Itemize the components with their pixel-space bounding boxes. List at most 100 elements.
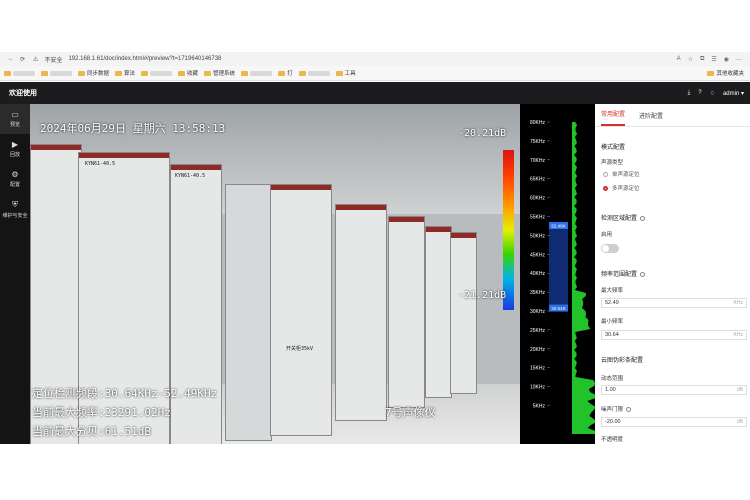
bookmark-item[interactable] [4,70,35,76]
frequency-spectrum: 80KHz 75KHz 70KHz 65KHz 60KHz 55KHz 50KHz 45KHz… [520,104,595,444]
spectrum-tick-label: 45KHz [530,252,546,258]
mode-section-title: 模式配置 [601,145,626,151]
switchgear-cabinet [225,184,272,441]
app-title: 欢迎使用 [9,90,37,97]
detection-band[interactable] [549,225,568,309]
band-marker-label: 30.64K [551,306,565,311]
bookmark-item[interactable] [141,70,173,76]
download-icon[interactable]: ⤓ [688,90,691,97]
switchgear-cabinet [425,226,452,398]
maintenance-icon: ⛨ [12,199,18,209]
spectrum-tick-label: 20KHz [530,347,546,353]
bookmark-item[interactable]: 同步数据 [78,69,109,77]
bookmark-item[interactable] [241,70,273,76]
back-icon[interactable]: ← [8,56,14,63]
favorite-star-icon[interactable]: ☆ [688,56,693,63]
notification-icon[interactable]: ♢ [710,90,715,97]
max-level-overlay: 当前最大分贝:61.51dB [32,425,151,438]
freq-section-title: 频率范围配置 [601,269,646,278]
radio-dot [603,171,608,177]
dynamic-range-input[interactable]: 1.00 dB [601,385,747,395]
cabinet-label: 开关柜35kV [286,346,314,352]
max-freq-overlay: 当前最大频率:23291.02Hz [32,406,171,419]
spectrum-tick-label: 5KHz [533,404,546,410]
cabinet-label: KYN61-40.5 [175,173,206,179]
max-freq-input[interactable]: 52.49 KHz [601,298,747,308]
spectrum-tick-label: 80KHz [530,120,546,126]
switchgear-cabinet [388,216,425,408]
spectrum-tick-label: 65KHz [530,177,546,183]
security-label: 不安全 [44,57,63,64]
video-preview[interactable]: KYN61-40.5 KYN61-40.5 开关柜35kV 2024年06月29… [30,104,520,444]
folder-icon [4,70,11,76]
spectrum-tick-label: 15KHz [530,366,546,372]
enable-toggle[interactable] [601,244,619,253]
folder-icon [278,70,286,76]
bookmark-item[interactable]: 管理系统 [204,69,235,77]
sidebar-item-maintenance[interactable]: ⛨ 维护与安全 [0,194,30,224]
spectrum-tick-label: 40KHz [530,271,546,277]
panel-tabs: 常用配置 进阶配置 [595,104,750,127]
spectrum-tick-label: 50KHz [530,233,546,239]
user-menu[interactable]: admin ▾ [723,90,744,97]
max-freq-label: 最大频率 [601,288,624,294]
collections-icon[interactable]: ☰ [711,56,716,63]
cabinet-label: KYN61-40.5 [85,161,116,167]
source-type-label: 声源类型 [601,160,624,166]
sidebar: ▭ 预览 ▶ 回放 ⚙ 配置 ⛨ 维护与安全 [0,104,30,444]
profile-icon[interactable]: ◉ [724,56,729,63]
db-top-overlay: -20.21dB [458,128,507,139]
folder-icon [178,70,186,76]
bookmark-item[interactable]: 工具 [335,69,356,77]
noise-threshold-input[interactable]: -20.00 dB [601,417,747,427]
url-text[interactable]: 192.168.1.61/doc/index.html#/preview?t=1… [68,56,221,62]
switchgear-cabinet [450,232,477,394]
bookmark-item[interactable]: 算法 [115,69,135,77]
pseudo-color-bar [503,150,514,310]
refresh-icon[interactable]: ⟳ [20,56,25,63]
info-icon[interactable] [640,271,646,277]
sidebar-item-config[interactable]: ⚙ 配置 [0,164,30,194]
folder-icon [707,70,715,76]
sidebar-item-preview[interactable]: ▭ 预览 [0,104,30,134]
folder-icon [78,70,85,76]
spectrum-svg: 80KHz 75KHz 70KHz 65KHz 60KHz 55KHz 50KHz 45KHz… [530,120,595,434]
monitor-icon: ▭ [11,110,19,119]
bookmark-other[interactable]: 其他收藏夹 [707,69,744,77]
info-icon[interactable] [626,407,632,413]
cloud-section-title: 云图伪彩条配置 [601,358,644,364]
info-icon[interactable] [640,215,646,221]
spectrum-trace [572,122,595,434]
spectrum-tick-label: 25KHz [530,328,546,334]
bookmark-item[interactable]: 收藏 [178,69,198,77]
spectrum-tick-label: 10KHz [530,385,546,391]
bookmark-item[interactable]: 打 [278,69,293,77]
tab-common-config[interactable]: 常用配置 [601,109,626,126]
read-aloud-icon[interactable]: A [677,56,681,63]
more-icon[interactable]: … [736,56,742,63]
spectrum-tick-label: 60KHz [530,196,546,202]
tab-advanced-config[interactable]: 进阶配置 [639,111,663,126]
address-bar[interactable]: ⚠ 不安全 192.168.1.61/doc/index.html#/previ… [33,55,221,64]
settings-panel: 常用配置 进阶配置 模式配置 声源类型 单声源定位 多声源定位 检测区域配置 启… [595,104,750,444]
sidebar-item-playback[interactable]: ▶ 回放 [0,134,30,164]
radio-single-source[interactable]: 单声源定位 [603,170,640,178]
db-bottom-overlay: -21.21dB [458,290,507,301]
min-freq-input[interactable]: 30.64 KHz [601,330,747,340]
radio-multi-source[interactable]: 多声源定位 [603,184,640,192]
noise-threshold-label: 噪声门限 [601,405,632,413]
spectrum-tick-label: 75KHz [530,139,546,145]
band-overlay: 定位检测频段:30.64KHz-52.49KHz [32,387,218,400]
dynamic-range-label: 动态范围 [601,376,624,382]
bookmark-item[interactable] [298,70,330,76]
browser-toolbar: ← ⟳ ⚠ 不安全 192.168.1.61/doc/index.html#/p… [0,52,750,66]
enable-label: 启用 [601,232,613,238]
extensions-icon[interactable]: ⧉ [700,56,704,63]
band-marker-label: 52.49K [551,223,565,228]
help-icon[interactable]: ? [698,90,701,96]
warning-icon: ⚠ [33,56,39,63]
switchgear-cabinet [335,204,387,421]
playback-icon: ▶ [11,140,19,149]
bookmark-item[interactable] [41,70,72,76]
detect-section-title: 检测区域配置 [601,213,646,222]
